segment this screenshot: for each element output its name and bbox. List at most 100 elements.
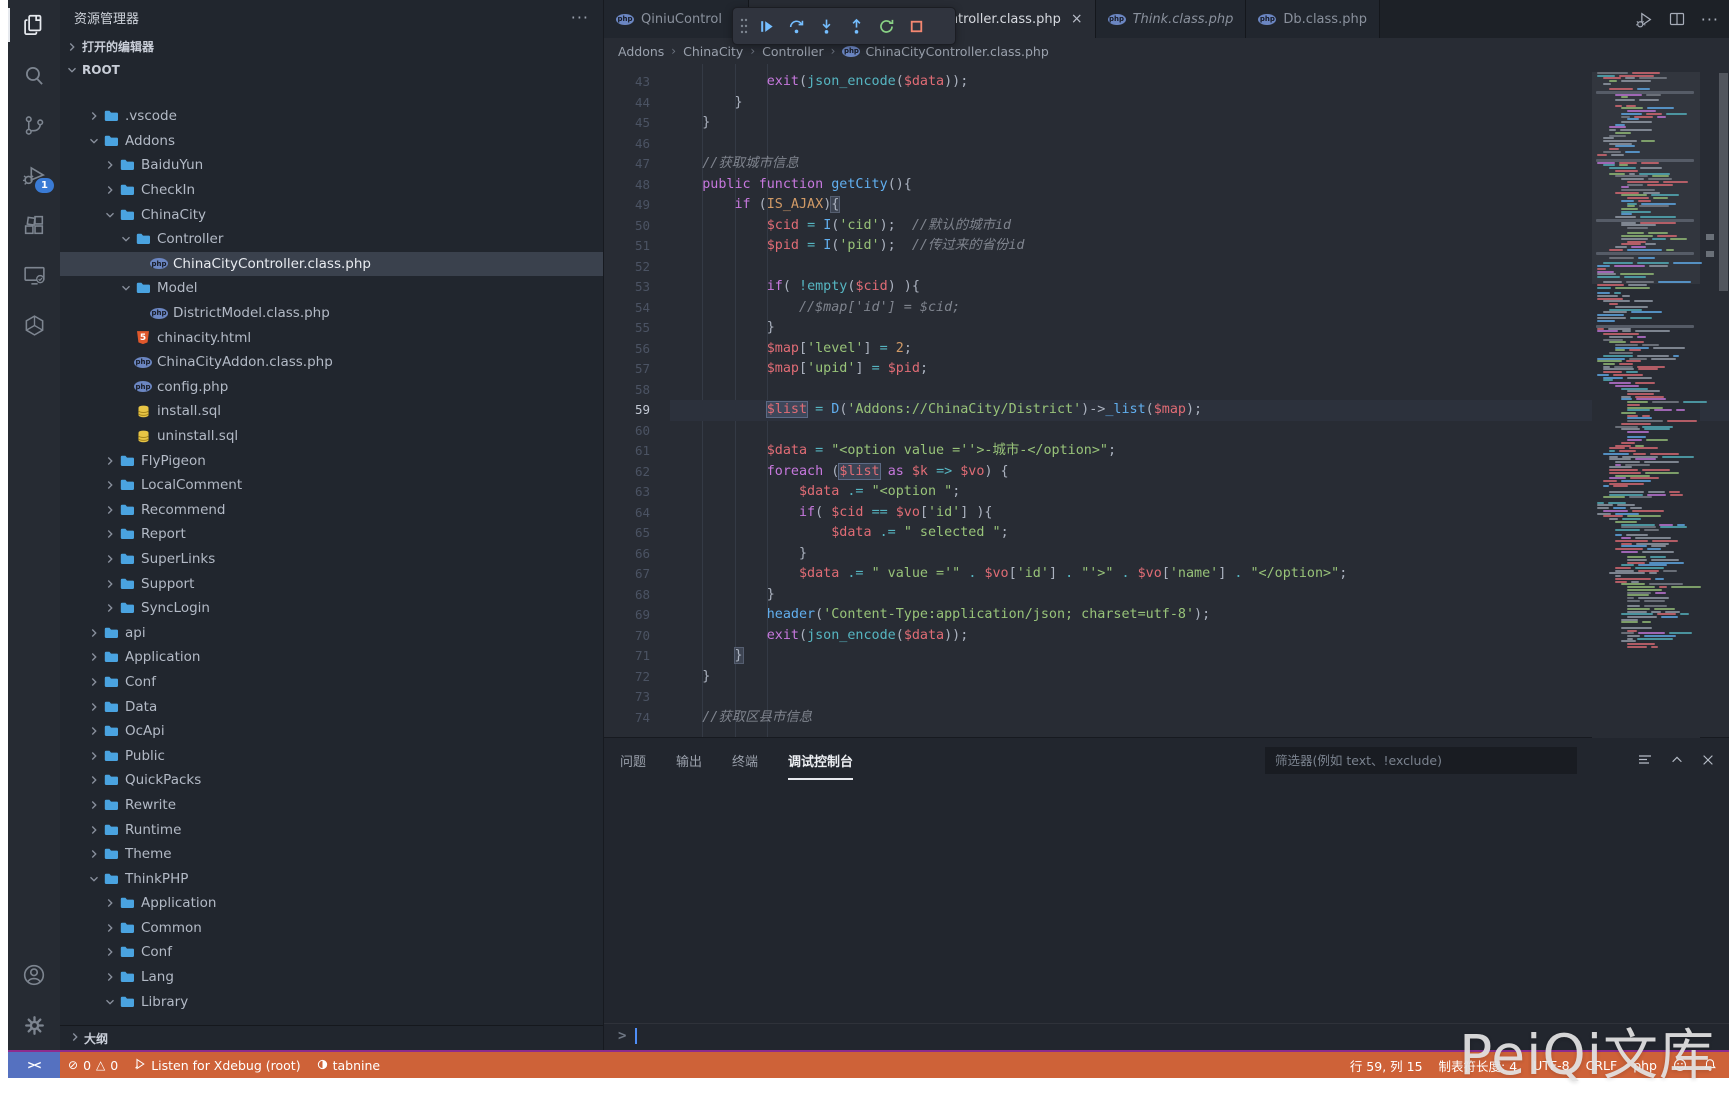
tree-item-Common[interactable]: Common (60, 916, 603, 941)
tree-item-Lang[interactable]: Lang (60, 965, 603, 990)
breadcrumb-item[interactable]: ChinaCity (683, 44, 743, 59)
code-line-67[interactable]: 67 $data .= " value ='" . $vo['id'] . "'… (604, 564, 1729, 585)
tab-Think.class.php[interactable]: phpThink.class.php (1096, 0, 1247, 38)
panel-tab-调试控制台[interactable]: 调试控制台 (788, 745, 853, 776)
tree-item-Runtime[interactable]: Runtime (60, 817, 603, 842)
code-line-58[interactable]: 58 (604, 380, 1729, 401)
code-line-72[interactable]: 72 } (604, 667, 1729, 688)
tree-item-CheckIn[interactable]: CheckIn (60, 178, 603, 203)
status-item-2[interactable]: UTF-8 (1525, 1052, 1577, 1078)
tree-item-BaiduYun[interactable]: BaiduYun (60, 153, 603, 178)
activity-run-debug-icon[interactable]: 1 (8, 150, 60, 200)
feedback-icon-item[interactable] (1665, 1052, 1695, 1078)
tree-item-LocalComment[interactable]: LocalComment (60, 473, 603, 498)
code-line-61[interactable]: 61 $data = "<option value =''>-城市-</opti… (604, 441, 1729, 462)
code-line-63[interactable]: 63 $data .= "<option "; (604, 482, 1729, 503)
code-line-68[interactable]: 68 } (604, 585, 1729, 606)
code-line-46[interactable]: 46 (604, 134, 1729, 155)
tabnine-status[interactable]: tabnine (309, 1052, 389, 1078)
tree-item-Model[interactable]: Model (60, 276, 603, 301)
tree-item-Conf[interactable]: Conf (60, 670, 603, 695)
status-item-3[interactable]: CRLF (1578, 1052, 1626, 1078)
code-line-55[interactable]: 55 } (604, 318, 1729, 339)
tree-item-.vscode[interactable]: .vscode (60, 104, 603, 129)
code-line-47[interactable]: 47 //获取城市信息 (604, 154, 1729, 175)
code-line-44[interactable]: 44 } (604, 93, 1729, 114)
more-actions-icon[interactable]: ··· (1701, 10, 1719, 29)
breadcrumb-item[interactable]: Controller (762, 44, 824, 59)
toolbar-drag-handle[interactable] (737, 11, 751, 41)
close-icon[interactable]: × (1071, 12, 1083, 26)
activity-search-icon[interactable] (8, 50, 60, 100)
panel-tab-问题[interactable]: 问题 (620, 745, 646, 776)
code-line-43[interactable]: 43 exit(json_encode($data)); (604, 72, 1729, 93)
activity-account-icon[interactable] (8, 950, 60, 1000)
code-line-48[interactable]: 48 public function getCity(){ (604, 175, 1729, 196)
section-outline[interactable]: 大纲 (60, 1025, 603, 1050)
code-line-65[interactable]: 65 $data .= " selected "; (604, 523, 1729, 544)
section-root[interactable]: ROOT (60, 58, 603, 81)
status-item-1[interactable]: 制表符长度: 4 (1431, 1052, 1526, 1078)
code-line-69[interactable]: 69 header('Content-Type:application/json… (604, 605, 1729, 626)
code-editor[interactable]: 43 exit(json_encode($data));44 }45 }4647… (604, 64, 1729, 738)
tree-item-config.php[interactable]: phpconfig.php (60, 375, 603, 400)
tree-item-Theme[interactable]: Theme (60, 842, 603, 867)
tree-item-Application[interactable]: Application (60, 891, 603, 916)
more-actions-icon[interactable]: ··· (571, 8, 589, 27)
tree-item-Application[interactable]: Application (60, 645, 603, 670)
code-line-50[interactable]: 50 $cid = I('cid'); //默认的城市id (604, 216, 1729, 237)
stop-button[interactable] (901, 11, 931, 41)
status-item-4[interactable]: php (1625, 1052, 1665, 1078)
tree-item-ThinkPHP[interactable]: ThinkPHP (60, 866, 603, 891)
step-out-button[interactable] (841, 11, 871, 41)
run-debug-icon[interactable] (1636, 11, 1653, 28)
code-line-60[interactable]: 60 (604, 421, 1729, 442)
clear-console-icon[interactable] (1637, 752, 1653, 768)
code-line-49[interactable]: 49 if (IS_AJAX){ (604, 195, 1729, 216)
code-line-62[interactable]: 62 foreach ($list as $k => $vo) { (604, 462, 1729, 483)
tree-item-Rewrite[interactable]: Rewrite (60, 793, 603, 818)
activity-source-control-icon[interactable] (8, 100, 60, 150)
step-into-button[interactable] (811, 11, 841, 41)
activity-package-icon[interactable] (8, 300, 60, 350)
tree-item-QuickPacks[interactable]: QuickPacks (60, 768, 603, 793)
tree-item-install.sql[interactable]: install.sql (60, 399, 603, 424)
activity-extensions-icon[interactable] (8, 200, 60, 250)
tree-item-api[interactable]: api (60, 620, 603, 645)
debug-filter-input[interactable] (1265, 747, 1577, 774)
activity-settings-icon[interactable] (8, 1000, 60, 1050)
activity-remote-explorer-icon[interactable] (8, 250, 60, 300)
debug-repl-input[interactable]: > (604, 1023, 1729, 1048)
scrollbar-thumb[interactable] (1719, 73, 1728, 291)
tree-item-ChinaCity[interactable]: ChinaCity (60, 202, 603, 227)
split-editor-icon[interactable] (1669, 11, 1685, 27)
restart-button[interactable] (871, 11, 901, 41)
step-over-button[interactable] (781, 11, 811, 41)
tree-item-Recommend[interactable]: Recommend (60, 498, 603, 523)
tree-item-SuperLinks[interactable]: SuperLinks (60, 547, 603, 572)
code-line-52[interactable]: 52 (604, 257, 1729, 278)
panel-tab-终端[interactable]: 终端 (732, 745, 758, 776)
tree-item-Data[interactable]: Data (60, 694, 603, 719)
tree-item-Controller[interactable]: Controller (60, 227, 603, 252)
tree-item-chinacity.html[interactable]: 5chinacity.html (60, 325, 603, 350)
code-line-70[interactable]: 70 exit(json_encode($data)); (604, 626, 1729, 647)
editor-scrollbar[interactable] (1718, 64, 1729, 738)
tree-item-ChinaCityController.class.php[interactable]: phpChinaCityController.class.php (60, 252, 603, 277)
code-line-59[interactable]: 59 $list = D('Addons://ChinaCity/Distric… (604, 400, 1729, 421)
code-line-64[interactable]: 64 if( $cid == $vo['id'] ){ (604, 503, 1729, 524)
tree-item-Addons[interactable]: Addons (60, 129, 603, 154)
breadcrumb-item[interactable]: Addons (618, 44, 664, 59)
minimap[interactable] (1592, 64, 1700, 738)
tree-item-Conf[interactable]: Conf (60, 940, 603, 965)
tree-item-Support[interactable]: Support (60, 571, 603, 596)
tree-item-FlyPigeon[interactable]: FlyPigeon (60, 448, 603, 473)
tree-item-SyncLogin[interactable]: SyncLogin (60, 596, 603, 621)
xdebug-status[interactable]: Listen for Xdebug (root) (126, 1052, 308, 1078)
code-line-53[interactable]: 53 if( !empty($cid) ){ (604, 277, 1729, 298)
status-item-0[interactable]: 行 59, 列 15 (1342, 1052, 1431, 1078)
tree-item-ChinaCityAddon.class.php[interactable]: phpChinaCityAddon.class.php (60, 350, 603, 375)
remote-indicator[interactable]: >< (8, 1052, 60, 1078)
code-line-57[interactable]: 57 $map['upid'] = $pid; (604, 359, 1729, 380)
code-line-54[interactable]: 54 //$map['id'] = $cid; (604, 298, 1729, 319)
